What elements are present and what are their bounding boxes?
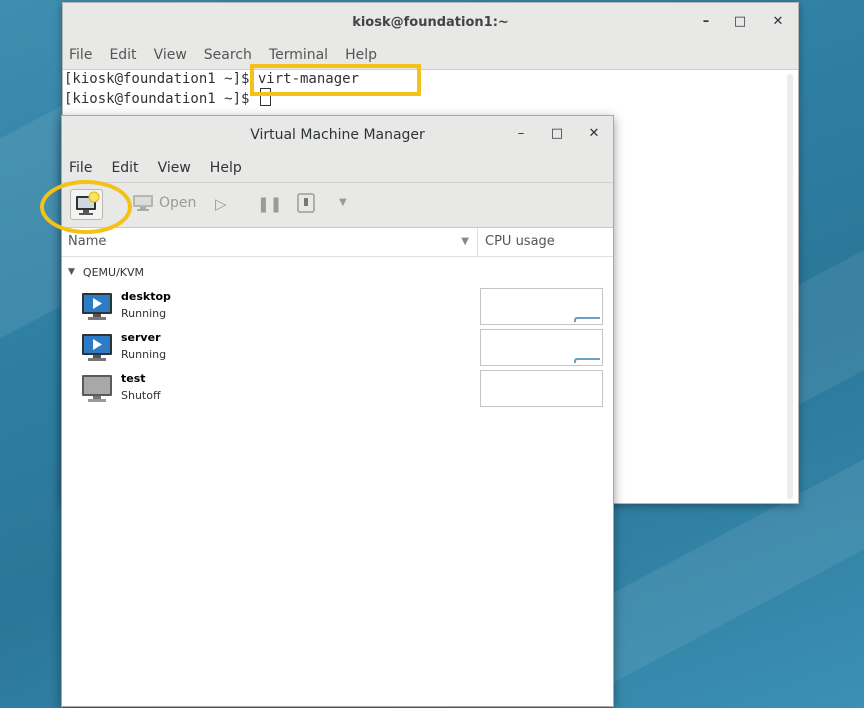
menu-help[interactable]: Help	[345, 47, 377, 63]
shutdown-icon[interactable]	[297, 193, 315, 217]
run-icon[interactable]: ▷	[215, 195, 227, 213]
monitor-running-icon	[82, 293, 112, 320]
vm-name: desktop	[121, 290, 171, 303]
connection-label: QEMU/KVM	[82, 265, 145, 279]
vmm-titlebar[interactable]: Virtual Machine Manager – □ ✕	[62, 116, 613, 153]
maximize-icon[interactable]: □	[549, 126, 565, 141]
menu-file[interactable]: File	[69, 47, 92, 63]
menu-view[interactable]: View	[154, 47, 187, 63]
menu-terminal[interactable]: Terminal	[269, 47, 328, 63]
menu-file[interactable]: File	[69, 160, 92, 176]
pause-icon[interactable]: ❚❚	[257, 195, 282, 213]
menu-edit[interactable]: Edit	[111, 160, 138, 176]
terminal-title: kiosk@foundation1:~	[352, 14, 509, 30]
cpu-column-header[interactable]: CPU usage	[478, 228, 555, 256]
vm-row-test[interactable]: test Shutoff	[62, 369, 613, 410]
close-icon[interactable]: ✕	[770, 14, 786, 29]
cpu-usage-line	[574, 317, 600, 322]
vm-list-header: Name ▼ CPU usage	[62, 228, 613, 257]
menu-help[interactable]: Help	[210, 160, 242, 176]
shutdown-menu-chevron-down-icon[interactable]: ▼	[339, 197, 347, 208]
power-icon	[297, 193, 315, 213]
menu-edit[interactable]: Edit	[109, 47, 136, 63]
cpu-usage-line	[574, 358, 600, 363]
vmm-window[interactable]: Virtual Machine Manager – □ ✕ File Edit …	[61, 115, 614, 707]
open-label: Open	[159, 195, 197, 211]
terminal-line: [kiosk@foundation1 ~]$ virt-manager	[64, 71, 360, 87]
monitor-off-icon	[82, 375, 112, 402]
terminal-menubar: File Edit View Search Terminal Help	[63, 41, 798, 70]
cpu-usage-graph	[480, 370, 603, 407]
new-vm-highlight-circle	[40, 180, 132, 234]
vm-row-server[interactable]: server Running	[62, 328, 613, 369]
vmm-title: Virtual Machine Manager	[250, 126, 425, 143]
terminal-scrollbar[interactable]	[787, 74, 793, 499]
sort-chevron-down-icon[interactable]: ▼	[461, 228, 469, 256]
minimize-icon[interactable]: –	[698, 14, 714, 29]
vm-name: server	[121, 331, 161, 344]
vm-state: Shutoff	[121, 389, 161, 402]
vm-name: test	[121, 372, 146, 385]
menu-view[interactable]: View	[158, 160, 191, 176]
maximize-icon[interactable]: □	[732, 14, 748, 29]
vm-row-desktop[interactable]: desktop Running	[62, 287, 613, 328]
cpu-column-label: CPU usage	[485, 234, 555, 249]
open-button[interactable]: Open	[132, 194, 196, 212]
name-column-header[interactable]: Name ▼	[62, 228, 478, 256]
terminal-prompt: [kiosk@foundation1 ~]$	[64, 91, 258, 107]
monitor-running-icon	[82, 334, 112, 361]
close-icon[interactable]: ✕	[586, 126, 602, 141]
cpu-usage-graph	[480, 288, 603, 325]
connection-group[interactable]: ▼ QEMU/KVM	[62, 257, 613, 287]
expand-triangle-icon[interactable]: ▼	[68, 267, 75, 277]
name-column-label: Name	[68, 234, 107, 249]
vmm-toolbar: Open ▷ ❚❚ ▼	[62, 182, 613, 228]
terminal-titlebar[interactable]: kiosk@foundation1:~ – □ ✕	[63, 3, 798, 41]
vm-state: Running	[121, 307, 167, 320]
terminal-line: [kiosk@foundation1 ~]$	[63, 88, 798, 107]
open-vm-icon	[133, 195, 153, 211]
command-highlight-box	[250, 64, 421, 96]
cpu-usage-graph	[480, 329, 603, 366]
menu-search[interactable]: Search	[204, 47, 252, 63]
minimize-icon[interactable]: –	[513, 126, 529, 141]
vmm-menubar: File Edit View Help	[62, 153, 613, 182]
vm-state: Running	[121, 348, 167, 361]
